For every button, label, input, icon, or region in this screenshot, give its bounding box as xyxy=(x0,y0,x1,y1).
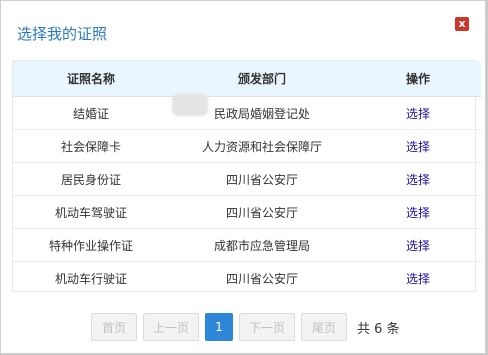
table-row: 特种作业操作证 成都市应急管理局 选择 xyxy=(13,228,481,262)
issuing-dept: 四川省公安厅 xyxy=(169,162,355,196)
last-page-button[interactable]: 尾页 xyxy=(301,313,347,341)
table-header-row: 证照名称 颁发部门 操作 xyxy=(13,61,481,97)
header-cert-name: 证照名称 xyxy=(13,61,169,97)
redaction-mask xyxy=(172,94,208,116)
next-page-button[interactable]: 下一页 xyxy=(239,313,295,341)
cert-name: 结婚证 xyxy=(13,96,169,130)
cert-name: 特种作业操作证 xyxy=(13,228,169,262)
cert-name: 社会保障卡 xyxy=(13,129,169,163)
total-count: 共 6 条 xyxy=(357,321,400,337)
certificate-table: 证照名称 颁发部门 操作 结婚证 民政局婚姻登记处 选择 社会保障卡 人力资源和… xyxy=(12,60,481,292)
select-link[interactable]: 选择 xyxy=(406,107,430,121)
table-row: 居民身份证 四川省公安厅 选择 xyxy=(13,162,481,196)
table-row: 社会保障卡 人力资源和社会保障厅 选择 xyxy=(13,129,481,163)
issuing-dept: 四川省公安厅 xyxy=(225,271,298,286)
cert-name: 机动车行驶证 xyxy=(54,271,127,286)
pagination: 首页 上一页 1 下一页 尾页 共 6 条 xyxy=(91,312,400,342)
table-row: 机动车行驶证 四川省公安厅 选择 xyxy=(13,262,481,295)
select-link[interactable]: 选择 xyxy=(406,239,430,253)
table-row: 机动车驾驶证 四川省公安厅 选择 xyxy=(13,195,481,229)
certificate-dialog: 选择我的证照 x 证照名称 颁发部门 操作 结婚证 民政局婚姻登记处 选择 社会… xyxy=(0,0,486,354)
table-row: 结婚证 民政局婚姻登记处 选择 xyxy=(13,96,481,130)
select-link[interactable]: 选择 xyxy=(406,140,430,154)
select-link[interactable]: 选择 xyxy=(406,272,430,286)
prev-page-button[interactable]: 上一页 xyxy=(143,313,199,341)
issuing-dept: 成都市应急管理局 xyxy=(169,228,355,262)
issuing-dept: 人力资源和社会保障厅 xyxy=(169,129,355,163)
issuing-dept: 四川省公安厅 xyxy=(169,195,355,229)
dialog-title: 选择我的证照 xyxy=(17,25,108,43)
cert-name: 居民身份证 xyxy=(13,162,169,196)
current-page-button[interactable]: 1 xyxy=(205,313,233,341)
select-link[interactable]: 选择 xyxy=(406,206,430,220)
first-page-button[interactable]: 首页 xyxy=(91,313,137,341)
select-link[interactable]: 选择 xyxy=(406,173,430,187)
cert-name: 机动车驾驶证 xyxy=(13,195,169,229)
close-icon[interactable]: x xyxy=(455,17,469,31)
header-issuing-dept: 颁发部门 xyxy=(169,61,355,97)
header-action: 操作 xyxy=(355,61,481,97)
